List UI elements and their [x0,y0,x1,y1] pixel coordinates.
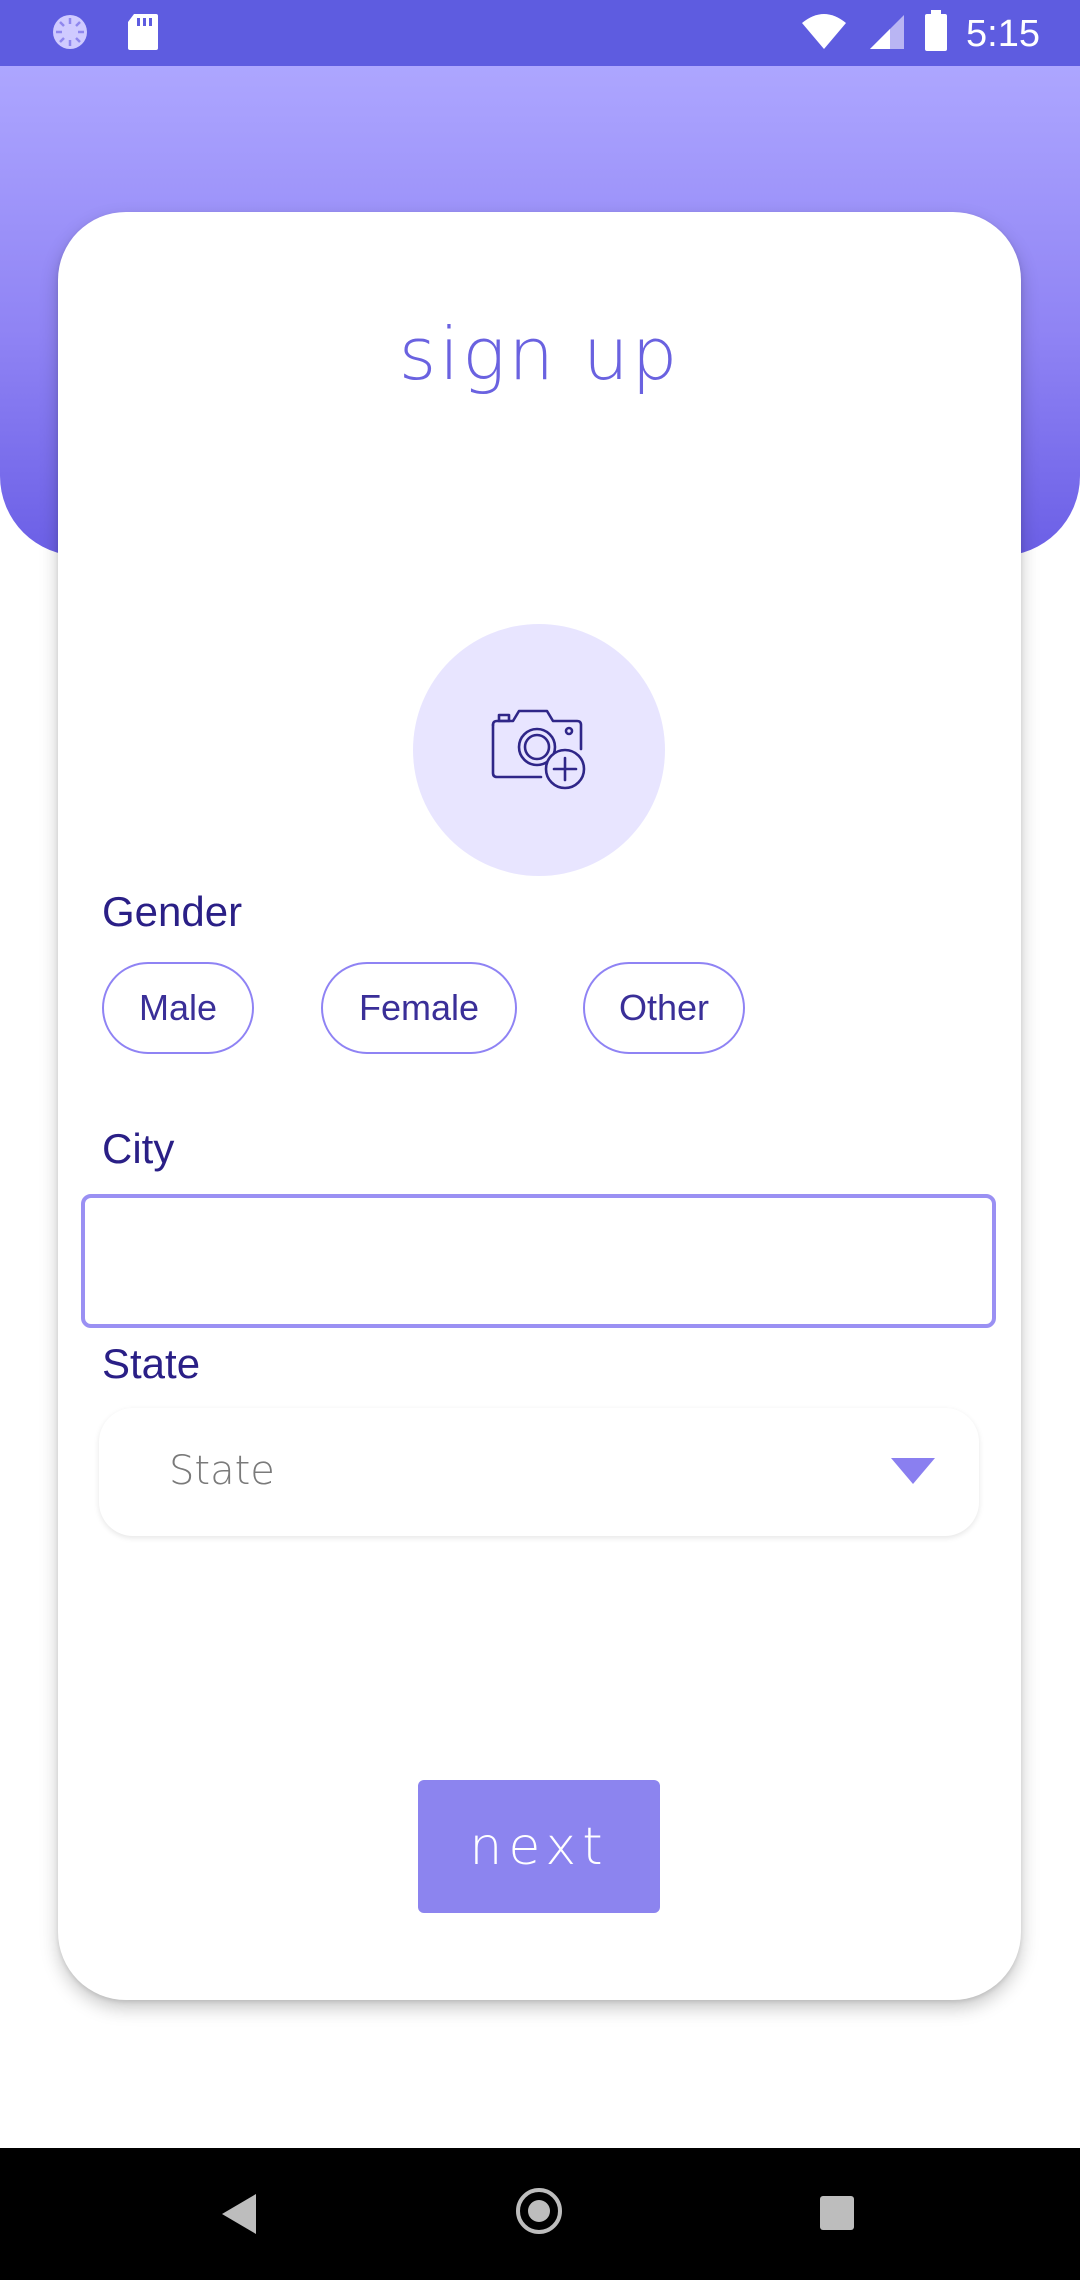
battery-icon [924,10,948,57]
gender-option-other[interactable]: Other [583,962,745,1054]
signal-icon [866,11,906,56]
state-placeholder: State [169,1448,275,1494]
loading-icon [50,12,90,57]
gender-option-female[interactable]: Female [321,962,517,1054]
state-dropdown[interactable]: State [99,1408,979,1536]
city-input[interactable] [81,1194,996,1328]
city-label: City [102,1125,175,1172]
signup-card: sign up Gender Male Female Other City St… [58,212,1021,2000]
gender-option-male[interactable]: Male [102,962,254,1054]
navigation-bar [0,2148,1080,2280]
back-icon[interactable] [222,2194,256,2234]
status-bar: 5:15 [0,0,1080,66]
profile-photo-picker[interactable] [413,624,665,876]
clock: 5:15 [966,12,1040,55]
camera-add-icon [489,705,589,796]
gender-label: Gender [102,888,243,935]
sd-card-icon [126,12,160,57]
next-button[interactable]: next [418,1780,660,1913]
page-title: sign up [398,312,681,396]
wifi-icon [800,11,848,56]
home-icon[interactable] [516,2188,562,2234]
state-label: State [102,1340,201,1387]
recent-apps-icon[interactable] [820,2196,854,2230]
sign-up-screen: 5:15 sign up Gender Male Female Other Ci… [0,0,1080,2280]
dropdown-arrow-icon [891,1458,935,1484]
